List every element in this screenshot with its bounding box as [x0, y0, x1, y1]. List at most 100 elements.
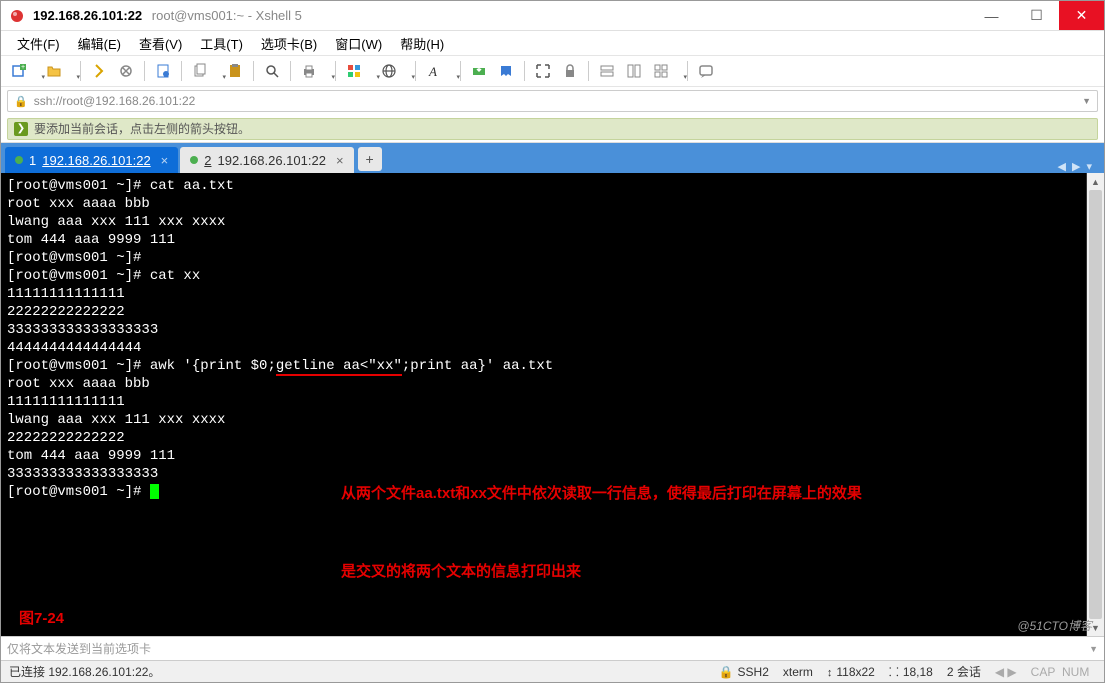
paste-button[interactable]: [223, 59, 247, 83]
titlebar-host: 192.168.26.101:22: [33, 8, 142, 23]
address-input[interactable]: 🔒 ssh://root@192.168.26.101:22 ▼: [7, 90, 1098, 112]
status-sessions: 2 会话: [947, 663, 981, 680]
terminal-line: 11111111111111: [7, 286, 125, 302]
watermark: @51CTO博客: [1017, 617, 1092, 634]
addressbar: 🔒 ssh://root@192.168.26.101:22 ▼: [1, 87, 1104, 115]
terminal-container: [root@vms001 ~]# cat aa.txt root xxx aaa…: [1, 173, 1104, 636]
tab-close-icon[interactable]: ×: [161, 153, 169, 168]
terminal-line: root xxx aaaa bbb: [7, 196, 150, 212]
titlebar-path: root@vms001:~ - Xshell 5: [152, 8, 302, 23]
tab-number: 1: [29, 153, 36, 168]
help-button[interactable]: [694, 59, 718, 83]
menu-help[interactable]: 帮助(H): [392, 32, 452, 55]
terminal-line: root xxx aaaa bbb: [7, 376, 150, 392]
scroll-up-icon[interactable]: ▲: [1087, 173, 1104, 190]
prompt: [root@vms001 ~]#: [7, 484, 150, 500]
open-button[interactable]: [42, 59, 74, 83]
infobar: ❯ 要添加当前会话，点击左侧的箭头按钮。: [1, 115, 1104, 143]
compose-dropdown-icon[interactable]: ▼: [1089, 644, 1098, 654]
reconnect-button[interactable]: [87, 59, 111, 83]
menu-window[interactable]: 窗口(W): [327, 32, 390, 55]
scroll-track[interactable]: [1087, 190, 1104, 619]
terminal-line: 4444444444444444: [7, 340, 141, 356]
status-protocol: 🔒 SSH2: [719, 665, 769, 679]
compose-placeholder: 仅将文本发送到当前选项卡: [7, 640, 151, 657]
terminal-line: 22222222222222: [7, 304, 125, 320]
terminal-cmd: cat aa.txt: [150, 178, 234, 194]
statusbar: 已连接 192.168.26.101:22。 🔒 SSH2 xterm 118x…: [1, 660, 1104, 682]
layout-horizontal-button[interactable]: [595, 59, 619, 83]
terminal-line: tom 444 aaa 9999 111: [7, 448, 175, 464]
app-window: 192.168.26.101:22 root@vms001:~ - Xshell…: [0, 0, 1105, 683]
terminal-line: 333333333333333333: [7, 466, 158, 482]
menu-edit[interactable]: 编辑(E): [70, 32, 129, 55]
menu-view[interactable]: 查看(V): [131, 32, 190, 55]
transfer-button[interactable]: [467, 59, 491, 83]
terminal-line: 333333333333333333: [7, 322, 158, 338]
layout-grid-button[interactable]: [649, 59, 681, 83]
fullscreen-button[interactable]: [531, 59, 555, 83]
print-button[interactable]: [297, 59, 329, 83]
status-nav[interactable]: ◀ ▶: [995, 665, 1017, 679]
figure-label: 图7-24: [19, 610, 64, 628]
lock-button[interactable]: [558, 59, 582, 83]
terminal-line: tom 444 aaa 9999 111: [7, 232, 175, 248]
tab-label: 192.168.26.101:22: [42, 153, 150, 168]
tab-session-1[interactable]: 1 192.168.26.101:22 ×: [5, 147, 178, 173]
tab-number: 2: [204, 153, 211, 168]
terminal-line: 22222222222222: [7, 430, 125, 446]
color-scheme-button[interactable]: [342, 59, 374, 83]
titlebar-text: 192.168.26.101:22 root@vms001:~ - Xshell…: [33, 8, 969, 23]
tab-close-icon[interactable]: ×: [336, 153, 344, 168]
layout-vertical-button[interactable]: [622, 59, 646, 83]
script-button[interactable]: [494, 59, 518, 83]
tab-add-button[interactable]: +: [358, 147, 382, 171]
menu-file[interactable]: 文件(F): [9, 32, 68, 55]
svg-text:+: +: [21, 64, 25, 71]
infobar-inner: ❯ 要添加当前会话，点击左侧的箭头按钮。: [7, 118, 1098, 140]
maximize-button[interactable]: ☐: [1014, 1, 1059, 30]
prompt: [root@vms001 ~]#: [7, 178, 150, 194]
status-caps: CAP NUM: [1031, 665, 1096, 679]
terminal-line: lwang aaa xxx 111 xxx xxxx: [7, 214, 225, 230]
tab-nav: ◀ ▶ ▾: [1058, 160, 1100, 173]
tab-session-2[interactable]: 2 192.168.26.101:22 ×: [180, 147, 353, 173]
address-dropdown-icon[interactable]: ▼: [1082, 96, 1091, 106]
encoding-button[interactable]: [377, 59, 409, 83]
annotation-text: 从两个文件aa.txt和xx文件中依次读取一行信息，使得最后打印在屏幕上的效果 …: [341, 429, 906, 636]
tab-next-icon[interactable]: ▶: [1072, 160, 1080, 173]
compose-bar[interactable]: 仅将文本发送到当前选项卡 ▼: [1, 636, 1104, 660]
titlebar: 192.168.26.101:22 root@vms001:~ - Xshell…: [1, 1, 1104, 31]
font-button[interactable]: A: [422, 59, 454, 83]
terminal[interactable]: [root@vms001 ~]# cat aa.txt root xxx aaa…: [1, 173, 1087, 636]
close-button[interactable]: ✕: [1059, 1, 1104, 30]
prompt: [root@vms001 ~]#: [7, 268, 150, 284]
scroll-thumb[interactable]: [1089, 190, 1102, 619]
disconnect-button[interactable]: [114, 59, 138, 83]
status-connection: 已连接 192.168.26.101:22。: [9, 663, 705, 680]
menubar: 文件(F) 编辑(E) 查看(V) 工具(T) 选项卡(B) 窗口(W) 帮助(…: [1, 31, 1104, 55]
find-button[interactable]: [260, 59, 284, 83]
menu-tabs[interactable]: 选项卡(B): [253, 32, 325, 55]
prompt: [root@vms001 ~]#: [7, 250, 141, 266]
svg-text:A: A: [428, 64, 437, 79]
cursor-icon: [150, 484, 159, 499]
prompt: [root@vms001 ~]#: [7, 358, 150, 374]
status-size: 118x22: [827, 665, 875, 679]
tab-menu-icon[interactable]: ▾: [1086, 160, 1092, 173]
properties-button[interactable]: [151, 59, 175, 83]
copy-button[interactable]: [188, 59, 220, 83]
tabstrip: 1 192.168.26.101:22 × 2 192.168.26.101:2…: [1, 143, 1104, 173]
status-dot-icon: [190, 156, 198, 164]
minimize-button[interactable]: —: [969, 1, 1014, 30]
lock-icon: 🔒: [14, 95, 28, 108]
infobar-message: 要添加当前会话，点击左侧的箭头按钮。: [34, 120, 250, 137]
add-session-arrow-icon[interactable]: ❯: [14, 122, 28, 136]
address-url: ssh://root@192.168.26.101:22: [34, 94, 196, 108]
status-termtype: xterm: [783, 665, 813, 679]
menu-tools[interactable]: 工具(T): [192, 32, 251, 55]
terminal-cmd-highlight: getline aa<"xx": [276, 358, 402, 376]
new-session-button[interactable]: +: [7, 59, 39, 83]
terminal-scrollbar[interactable]: ▲ ▼: [1087, 173, 1104, 636]
tab-prev-icon[interactable]: ◀: [1058, 160, 1066, 173]
